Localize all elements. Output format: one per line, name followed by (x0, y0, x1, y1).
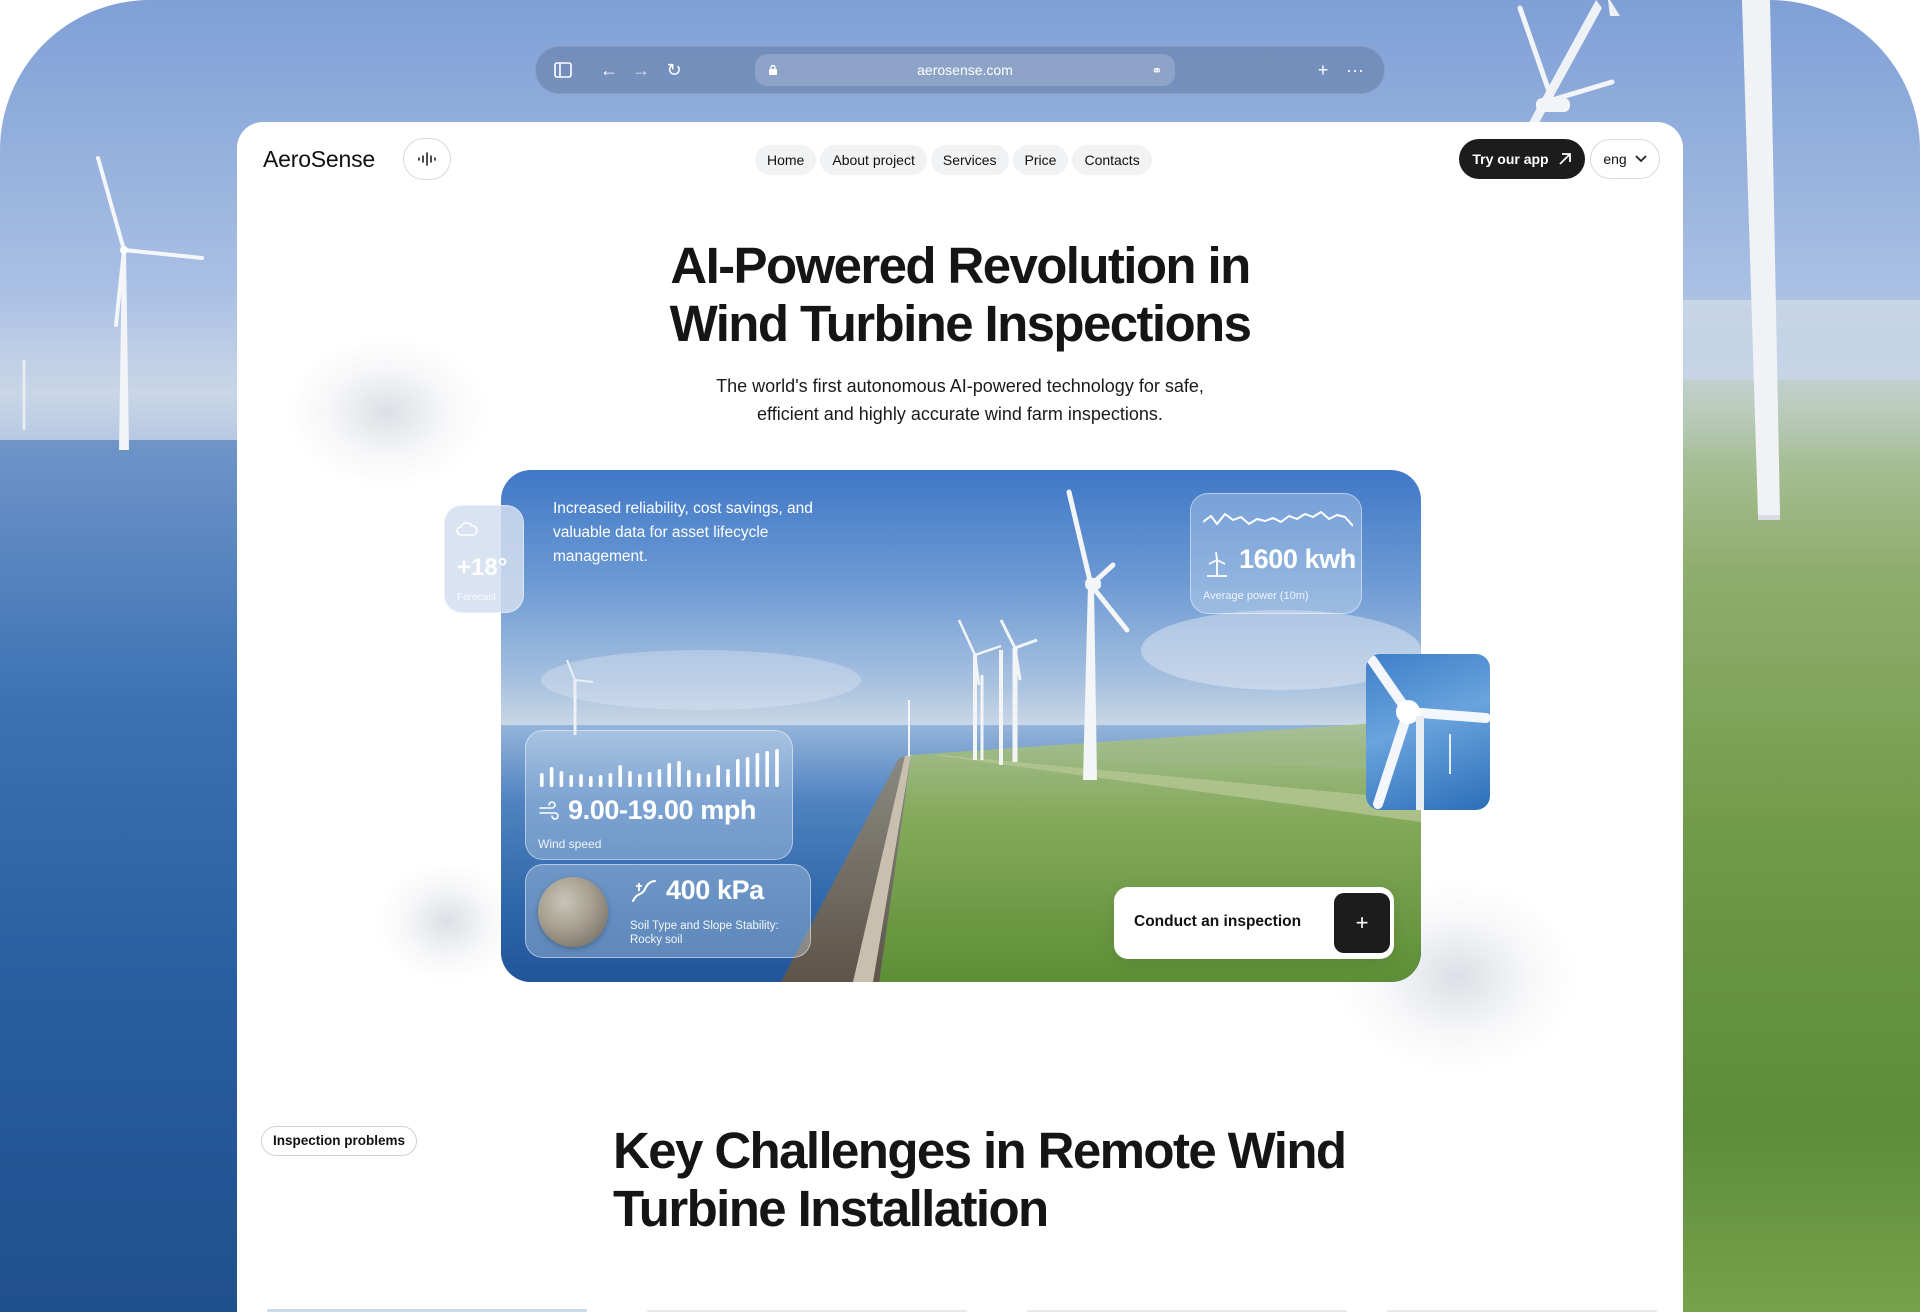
try-app-button[interactable]: Try our app (1459, 139, 1585, 179)
soil-widget: 400 kPa Soil Type and Slope Stability: R… (525, 864, 811, 958)
arrow-up-right-icon (1558, 153, 1571, 165)
hero-title-line2: Wind Turbine Inspections (669, 295, 1252, 352)
soil-label-line1: Soil Type and Slope Stability: (630, 920, 779, 932)
hero-title: AI-Powered Revolution in Wind Turbine In… (237, 237, 1683, 353)
nav-contacts[interactable]: Contacts (1072, 145, 1152, 175)
wind-bar (745, 757, 750, 787)
wind-bar (569, 775, 573, 787)
wind-bar (726, 769, 730, 787)
wind-bar (736, 759, 740, 787)
wind-speed-bars (540, 749, 779, 787)
wind-bar (696, 773, 701, 787)
plus-icon[interactable]: + (1334, 893, 1390, 953)
wind-bar (589, 776, 593, 787)
wind-bar (540, 773, 544, 787)
wind-bar (657, 769, 662, 787)
power-label: Average power (10m) (1203, 590, 1309, 602)
wind-bar (716, 765, 720, 787)
chevron-down-icon (1635, 155, 1647, 163)
cloud-icon (456, 522, 478, 536)
wind-bar (579, 774, 583, 787)
address-bar[interactable]: aerosense.com ⚭ (755, 54, 1175, 86)
wind-bar (765, 751, 769, 787)
forward-arrow-icon[interactable]: → (629, 58, 653, 82)
section-title-line2: Turbine Installation (613, 1180, 1049, 1237)
conduct-inspection-button[interactable]: Conduct an inspection + (1114, 887, 1394, 959)
decorative-cloud (287, 337, 487, 487)
nav-about-project[interactable]: About project (820, 145, 927, 175)
logo[interactable]: AeroSense (263, 146, 375, 173)
more-options-icon[interactable]: ··· (1343, 58, 1367, 82)
power-widget: 1600 kwh Average power (10m) (1190, 493, 1362, 614)
section-title-line1: Key Challenges in Remote Wind (613, 1122, 1347, 1179)
hero-title-line1: AI-Powered Revolution in (670, 237, 1251, 294)
sidebar-toggle-icon[interactable] (551, 58, 575, 82)
nav-services[interactable]: Services (930, 145, 1009, 175)
hero-subtitle-line2: efficient and highly accurate wind farm … (757, 404, 1163, 424)
wind-bar (706, 774, 711, 787)
back-arrow-icon[interactable]: ← (597, 58, 621, 82)
forecast-widget: +18° Forecast (444, 505, 524, 613)
hero-tagline: Increased reliability, cost savings, and… (553, 500, 813, 565)
wind-speed-widget: 9.00-19.00 mph Wind speed (525, 730, 793, 860)
forecast-temperature: +18° (457, 554, 508, 581)
background-turbine-left (96, 156, 204, 450)
wind-speed-label: Wind speed (538, 837, 602, 851)
wind-turbine-icon (1207, 551, 1227, 577)
desktop-background: ← → ↻ aerosense.com ⚭ + ··· AeroSense Ho… (0, 0, 1920, 1312)
slope-icon (632, 880, 656, 902)
browser-toolbar: ← → ↻ aerosense.com ⚭ + ··· (535, 46, 1385, 94)
hero-subtitle-line1: The world's first autonomous AI-powered … (716, 376, 1204, 396)
background-turbine-left-far (22, 360, 26, 430)
forecast-label: Forecast (457, 592, 496, 603)
main-nav: Home About project Services Price Contac… (755, 145, 1152, 175)
background-sea (0, 440, 240, 1312)
language-selector[interactable]: eng (1590, 139, 1660, 179)
link-icon[interactable]: ⚭ (1145, 58, 1169, 82)
wind-bar (618, 765, 622, 787)
language-value: eng (1603, 151, 1627, 167)
power-value: 1600 kwh (1239, 544, 1356, 574)
new-tab-icon[interactable]: + (1311, 58, 1335, 82)
background-turbine-top (1517, 5, 1615, 112)
wind-bar (677, 761, 681, 787)
section-badge: Inspection problems (261, 1126, 418, 1156)
web-page: AeroSense Home About project Services Pr… (237, 122, 1683, 1312)
try-app-label: Try our app (1472, 151, 1549, 167)
wind-bar (667, 763, 671, 787)
wind-bar (559, 771, 564, 787)
wind-bar (647, 772, 652, 787)
section-cards-peek (267, 1309, 1657, 1312)
rock-image (538, 877, 608, 947)
sound-wave-icon (418, 152, 436, 166)
wind-bar (549, 767, 554, 787)
section-title: Key Challenges in Remote Wind Turbine In… (613, 1122, 1393, 1238)
wind-bar (775, 749, 779, 787)
decorative-cloud (377, 862, 517, 982)
turbine-closeup-image (1367, 655, 1490, 810)
soil-pressure-value: 400 kPa (666, 875, 764, 905)
nav-home[interactable]: Home (755, 145, 817, 175)
nav-price[interactable]: Price (1012, 145, 1069, 175)
soil-label-line2: Rocky soil (630, 934, 683, 946)
wind-icon (539, 801, 559, 820)
wind-bar (638, 774, 642, 787)
wind-bar (598, 775, 603, 787)
wind-speed-value: 9.00-19.00 mph (568, 795, 757, 825)
conduct-inspection-label: Conduct an inspection (1134, 913, 1302, 930)
wind-bar (608, 773, 613, 787)
turbine-thumbnail[interactable] (1366, 654, 1490, 810)
sound-button[interactable] (403, 138, 451, 180)
wind-bar (687, 770, 691, 787)
wind-bar (628, 771, 632, 787)
power-sparkline (1203, 511, 1353, 527)
url-text: aerosense.com (917, 62, 1013, 78)
wind-bar (755, 753, 760, 787)
soil-label: Soil Type and Slope Stability: Rocky soi… (630, 919, 810, 947)
reload-icon[interactable]: ↻ (662, 58, 686, 82)
